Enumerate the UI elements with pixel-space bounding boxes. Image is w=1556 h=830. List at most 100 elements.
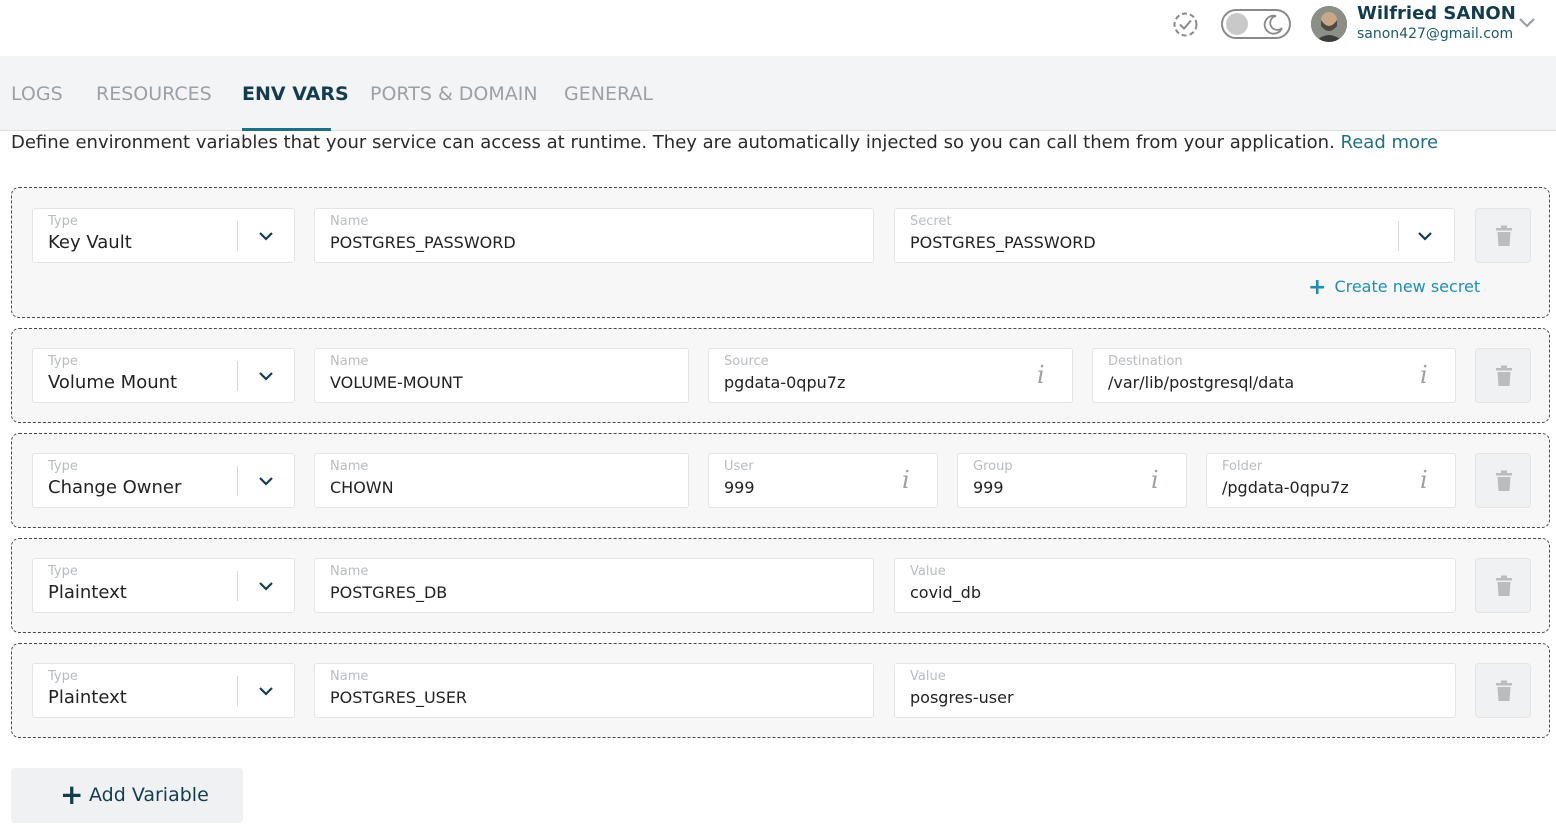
- name-value: POSTGRES_PASSWORD: [330, 233, 516, 252]
- info-icon[interactable]: i: [1151, 466, 1159, 494]
- tab-ports-domain[interactable]: PORTS & DOMAIN: [370, 83, 538, 105]
- divider: [1398, 221, 1399, 251]
- env-var-row: Type Key Vault Name POSTGRES_PASSWORD Se…: [11, 187, 1550, 318]
- trash-icon: [1496, 225, 1512, 246]
- destination-label: Destination: [1108, 354, 1183, 369]
- group-field[interactable]: Group 999 i: [957, 453, 1187, 508]
- secret-select[interactable]: Secret POSTGRES_PASSWORD: [894, 208, 1455, 263]
- name-value: CHOWN: [330, 478, 394, 497]
- divider: [237, 361, 238, 391]
- intro-text: Define environment variables that your s…: [11, 132, 1438, 153]
- divider: [237, 466, 238, 496]
- divider: [237, 571, 238, 601]
- info-icon[interactable]: i: [1420, 361, 1428, 389]
- type-label: Type: [48, 459, 78, 474]
- tab-env-vars[interactable]: ENV VARS: [242, 83, 349, 105]
- read-more-link[interactable]: Read more: [1341, 132, 1439, 153]
- avatar[interactable]: [1311, 6, 1347, 42]
- env-var-row: Type Plaintext Name POSTGRES_USER Value …: [11, 643, 1550, 738]
- value-label: Value: [910, 564, 946, 579]
- delete-button[interactable]: [1475, 453, 1531, 508]
- info-icon[interactable]: i: [902, 466, 910, 494]
- delete-button[interactable]: [1475, 208, 1531, 263]
- chevron-down-icon[interactable]: [257, 682, 275, 700]
- type-value: Change Owner: [48, 477, 182, 498]
- destination-value: /var/lib/postgresql/data: [1108, 373, 1295, 392]
- folder-value: /pgdata-0qpu7z: [1222, 478, 1349, 497]
- type-label: Type: [48, 564, 78, 579]
- secret-value: POSTGRES_PASSWORD: [910, 233, 1096, 252]
- tab-logs[interactable]: LOGS: [11, 83, 63, 105]
- type-select[interactable]: Type Plaintext: [32, 558, 295, 613]
- secret-label: Secret: [910, 214, 952, 229]
- type-value: Plaintext: [48, 687, 127, 708]
- add-variable-button[interactable]: + Add Variable: [11, 768, 243, 823]
- group-label: Group: [973, 459, 1013, 474]
- type-select[interactable]: Type Key Vault: [32, 208, 295, 263]
- info-icon[interactable]: i: [1037, 361, 1045, 389]
- moon-icon: [1263, 14, 1283, 35]
- env-var-row: Type Plaintext Name POSTGRES_DB Value co…: [11, 538, 1550, 633]
- name-field[interactable]: Name POSTGRES_DB: [314, 558, 874, 613]
- user-field[interactable]: User 999 i: [708, 453, 938, 508]
- name-field[interactable]: Name POSTGRES_USER: [314, 663, 874, 718]
- add-variable-label: Add Variable: [89, 784, 209, 806]
- tab-general[interactable]: GENERAL: [564, 83, 653, 105]
- source-value: pgdata-0qpu7z: [724, 373, 846, 392]
- env-var-row: Type Change Owner Name CHOWN User 999 i …: [11, 433, 1550, 528]
- name-value: POSTGRES_USER: [330, 688, 468, 707]
- name-label: Name: [330, 459, 369, 474]
- type-value: Plaintext: [48, 582, 127, 603]
- check-circle-icon[interactable]: [1172, 11, 1199, 38]
- intro-description: Define environment variables that your s…: [11, 132, 1335, 153]
- type-label: Type: [48, 354, 78, 369]
- delete-button[interactable]: [1475, 663, 1531, 718]
- delete-button[interactable]: [1475, 348, 1531, 403]
- type-select[interactable]: Type Plaintext: [32, 663, 295, 718]
- type-select[interactable]: Type Volume Mount: [32, 348, 295, 403]
- type-value: Volume Mount: [48, 372, 178, 393]
- folder-label: Folder: [1222, 459, 1263, 474]
- user-email: sanon427@gmail.com: [1357, 26, 1514, 42]
- type-select[interactable]: Type Change Owner: [32, 453, 295, 508]
- tab-resources[interactable]: RESOURCES: [96, 83, 212, 105]
- user-value: 999: [724, 478, 755, 497]
- trash-icon: [1496, 680, 1512, 701]
- chevron-down-icon[interactable]: [257, 472, 275, 490]
- divider: [237, 676, 238, 706]
- chevron-down-icon[interactable]: [257, 577, 275, 595]
- toggle-knob: [1226, 13, 1248, 35]
- chevron-down-icon[interactable]: [1416, 227, 1434, 245]
- create-secret-label: Create new secret: [1334, 277, 1481, 296]
- info-icon[interactable]: i: [1420, 466, 1428, 494]
- name-field[interactable]: Name VOLUME-MOUNT: [314, 348, 689, 403]
- trash-icon: [1496, 365, 1512, 386]
- delete-button[interactable]: [1475, 558, 1531, 613]
- name-field[interactable]: Name CHOWN: [314, 453, 689, 508]
- user-name: Wilfried SANON: [1357, 3, 1516, 24]
- value-field[interactable]: Value posgres-user: [894, 663, 1456, 718]
- chevron-down-icon[interactable]: [257, 227, 275, 245]
- chevron-down-icon[interactable]: [257, 367, 275, 385]
- group-value: 999: [973, 478, 1004, 497]
- name-value: VOLUME-MOUNT: [330, 373, 463, 392]
- name-field[interactable]: Name POSTGRES_PASSWORD: [314, 208, 874, 263]
- top-bar: Wilfried SANON sanon427@gmail.com: [0, 0, 1556, 56]
- tab-bar: LOGS RESOURCES ENV VARS PORTS & DOMAIN G…: [0, 56, 1556, 131]
- chevron-down-icon[interactable]: [1518, 16, 1536, 30]
- theme-toggle[interactable]: [1221, 9, 1291, 39]
- destination-field[interactable]: Destination /var/lib/postgresql/data i: [1092, 348, 1456, 403]
- folder-field[interactable]: Folder /pgdata-0qpu7z i: [1206, 453, 1456, 508]
- type-label: Type: [48, 669, 78, 684]
- name-label: Name: [330, 214, 369, 229]
- source-label: Source: [724, 354, 769, 369]
- plus-icon: +: [60, 778, 84, 811]
- env-var-row: Type Volume Mount Name VOLUME-MOUNT Sour…: [11, 328, 1550, 423]
- value-value: posgres-user: [910, 688, 1014, 707]
- create-new-secret-link[interactable]: + Create new secret: [1308, 275, 1480, 300]
- source-field[interactable]: Source pgdata-0qpu7z i: [708, 348, 1073, 403]
- trash-icon: [1496, 575, 1512, 596]
- value-field[interactable]: Value covid_db: [894, 558, 1456, 613]
- name-label: Name: [330, 564, 369, 579]
- user-label: User: [724, 459, 754, 474]
